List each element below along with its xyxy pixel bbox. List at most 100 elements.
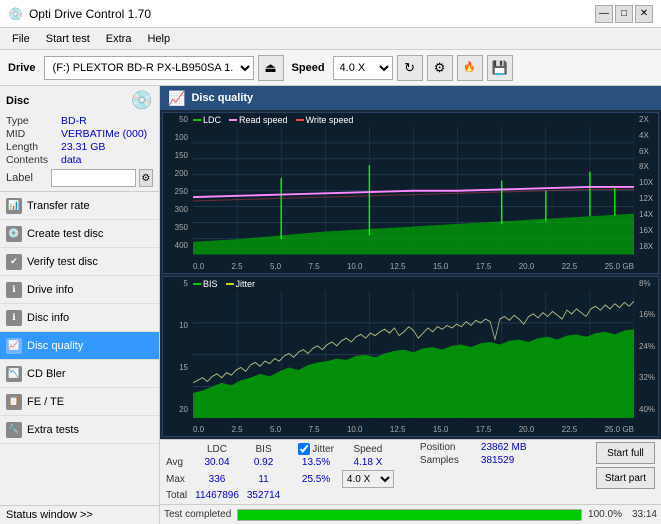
progress-percent: 100.0% xyxy=(588,509,622,520)
titlebar-controls: — □ ✕ xyxy=(595,5,653,23)
titlebar: 💿 Opti Drive Control 1.70 — □ ✕ xyxy=(0,0,661,28)
chart1-area xyxy=(193,127,634,255)
chart1-y-right: 18X16X14X12X10X8X6X4X2X xyxy=(636,113,658,253)
main-layout: Disc 💿 Type BD-R MID VERBATIMe (000) Len… xyxy=(0,86,661,524)
ldc-chart: LDC Read speed Write speed 4003503002502… xyxy=(162,112,659,274)
disc-label-input[interactable] xyxy=(51,169,136,187)
settings-button[interactable]: ⚙ xyxy=(427,55,453,81)
start-part-button[interactable]: Start part xyxy=(596,467,655,489)
bis-chart: BIS Jitter 2015105 40%32%24%16%8% xyxy=(162,276,659,438)
sidebar: Disc 💿 Type BD-R MID VERBATIMe (000) Len… xyxy=(0,86,160,524)
chart2-x-axis: 0.02.55.07.510.012.515.017.520.022.525.0… xyxy=(193,425,634,434)
disc-label-button[interactable]: ⚙ xyxy=(139,169,153,187)
sidebar-item-transfer-rate[interactable]: 📊 Transfer rate xyxy=(0,192,159,220)
disc-contents-value: data xyxy=(61,154,81,166)
menu-help[interactable]: Help xyxy=(139,31,178,47)
minimize-button[interactable]: — xyxy=(595,5,613,23)
total-bis: 352714 xyxy=(247,489,288,502)
drive-label: Drive xyxy=(4,62,40,74)
sidebar-item-disc-info[interactable]: ℹ Disc info xyxy=(0,304,159,332)
write-speed-legend-item: Write speed xyxy=(296,115,354,125)
progress-fill xyxy=(238,510,581,520)
maximize-button[interactable]: □ xyxy=(615,5,633,23)
jitter-legend-item: Jitter xyxy=(226,279,256,289)
disc-panel-header: Disc 💿 xyxy=(6,90,153,111)
ldc-legend-label: LDC xyxy=(203,115,221,125)
sidebar-item-verify-test-disc[interactable]: ✔ Verify test disc xyxy=(0,248,159,276)
disc-info-panel: Disc 💿 Type BD-R MID VERBATIMe (000) Len… xyxy=(0,86,159,192)
eject-button[interactable]: ⏏ xyxy=(258,55,284,81)
disc-quality-header-icon: 📈 xyxy=(168,90,185,107)
disc-info-icon: ℹ xyxy=(6,310,22,326)
start-full-button[interactable]: Start full xyxy=(596,442,655,464)
speed-dropdown[interactable]: 4.0 X xyxy=(342,470,394,488)
chart2-legend: BIS Jitter xyxy=(193,279,255,289)
position-label: Position xyxy=(420,442,475,453)
transfer-rate-icon: 📊 xyxy=(6,198,22,214)
verify-test-disc-icon: ✔ xyxy=(6,254,22,270)
menu-file[interactable]: File xyxy=(4,31,38,47)
progress-track xyxy=(237,509,582,521)
disc-label-label: Label xyxy=(6,172,48,184)
sidebar-item-cd-bler[interactable]: 📉 CD Bler xyxy=(0,360,159,388)
jitter-legend-label: Jitter xyxy=(236,279,256,289)
max-ldc: 336 xyxy=(195,469,247,489)
status-window-label: Status window >> xyxy=(6,509,93,521)
cd-bler-icon: 📉 xyxy=(6,366,22,382)
sidebar-item-fe-te[interactable]: 📋 FE / TE xyxy=(0,388,159,416)
burn-button[interactable]: 🔥 xyxy=(457,55,483,81)
ldc-legend-item: LDC xyxy=(193,115,221,125)
jitter-speed-value: 4.18 X xyxy=(342,456,402,469)
content-title: Disc quality xyxy=(191,92,253,104)
chart1-svg xyxy=(193,127,634,255)
close-button[interactable]: ✕ xyxy=(635,5,653,23)
menu-starttest[interactable]: Start test xyxy=(38,31,98,47)
disc-panel-title: Disc xyxy=(6,95,29,107)
speed-select[interactable]: 4.0 X xyxy=(333,56,393,80)
avg-jitter: 13.5% xyxy=(298,456,342,469)
stats-right-panel: Position 23862 MB Samples 381529 xyxy=(420,442,527,466)
stats-table: LDC BIS Jitter Speed Avg 30.04 0.92 xyxy=(166,442,402,502)
extra-tests-icon: 🔧 xyxy=(6,422,22,438)
disc-contents-row: Contents data xyxy=(6,154,153,166)
max-jitter: 25.5% xyxy=(298,469,342,489)
refresh-button[interactable]: ↻ xyxy=(397,55,423,81)
sidebar-item-extra-tests-label: Extra tests xyxy=(27,424,79,436)
sidebar-item-create-test-disc-label: Create test disc xyxy=(27,228,103,240)
sidebar-item-disc-quality[interactable]: 📈 Disc quality xyxy=(0,332,159,360)
drive-info-icon: ℹ xyxy=(6,282,22,298)
sidebar-item-cd-bler-label: CD Bler xyxy=(27,368,66,380)
speed-col-header: Speed xyxy=(342,442,402,456)
max-label: Max xyxy=(166,469,195,489)
progress-time: 33:14 xyxy=(632,509,657,520)
avg-ldc: 30.04 xyxy=(195,456,247,469)
max-bis: 11 xyxy=(247,469,288,489)
stats-bar: LDC BIS Jitter Speed Avg 30.04 0.92 xyxy=(160,439,661,504)
chart2-y-left: 2015105 xyxy=(163,277,191,417)
total-label: Total xyxy=(166,489,195,502)
disc-mid-row: MID VERBATIMe (000) xyxy=(6,128,153,140)
drive-select[interactable]: (F:) PLEXTOR BD-R PX-LB950SA 1.06 xyxy=(44,56,254,80)
sidebar-item-drive-info-label: Drive info xyxy=(27,284,73,296)
total-ldc: 11467896 xyxy=(195,489,247,502)
speed-label: Speed xyxy=(288,62,329,74)
disc-mid-label: MID xyxy=(6,128,61,140)
samples-value: 381529 xyxy=(481,455,514,466)
sidebar-item-extra-tests[interactable]: 🔧 Extra tests xyxy=(0,416,159,444)
status-window-button[interactable]: Status window >> xyxy=(0,505,159,524)
titlebar-left: 💿 Opti Drive Control 1.70 xyxy=(8,7,151,21)
chart1-legend: LDC Read speed Write speed xyxy=(193,115,353,125)
chart2-area xyxy=(193,291,634,419)
status-text: Test completed xyxy=(164,509,231,520)
save-button[interactable]: 💾 xyxy=(487,55,513,81)
read-speed-legend-item: Read speed xyxy=(229,115,288,125)
jitter-checkbox[interactable] xyxy=(298,443,310,455)
chart1-y-left: 40035030025020015010050 xyxy=(163,113,191,253)
sidebar-item-transfer-rate-label: Transfer rate xyxy=(27,200,90,212)
sidebar-item-create-test-disc[interactable]: 💿 Create test disc xyxy=(0,220,159,248)
samples-row: Samples 381529 xyxy=(420,455,527,466)
progress-bar-container: Test completed 100.0% 33:14 xyxy=(160,504,661,524)
disc-type-row: Type BD-R xyxy=(6,115,153,127)
menu-extra[interactable]: Extra xyxy=(98,31,140,47)
sidebar-item-drive-info[interactable]: ℹ Drive info xyxy=(0,276,159,304)
